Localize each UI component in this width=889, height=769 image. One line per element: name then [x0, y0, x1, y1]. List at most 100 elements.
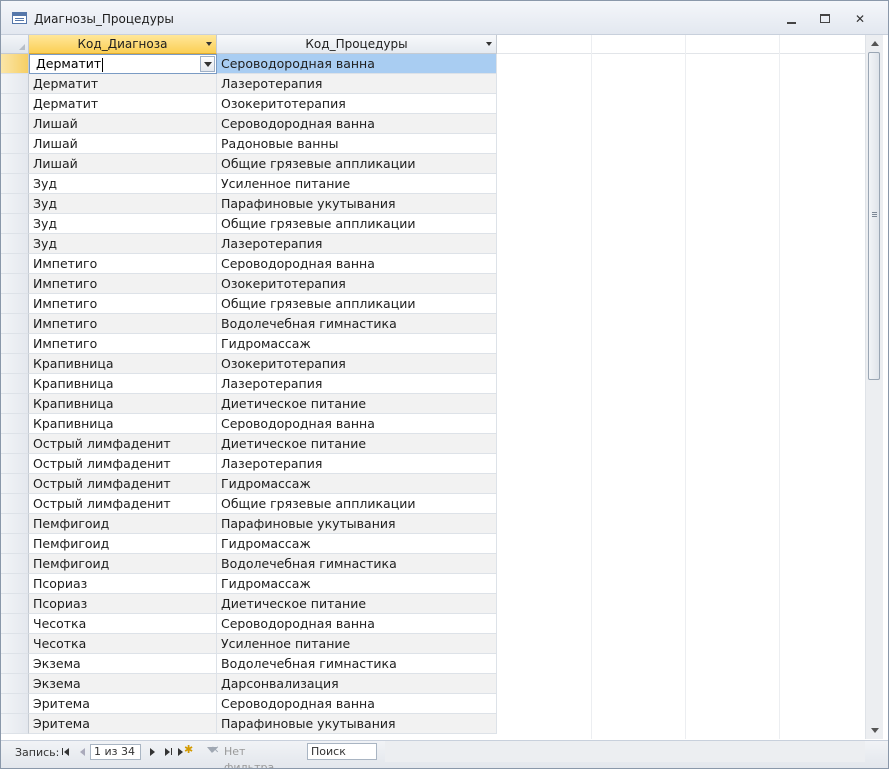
record-selector[interactable] [1, 234, 29, 254]
record-selector[interactable] [1, 54, 29, 74]
chevron-down-icon[interactable] [200, 56, 215, 72]
record-selector[interactable] [1, 74, 29, 94]
record-selector[interactable] [1, 394, 29, 414]
procedure-cell[interactable]: Озокеритотерапия [217, 274, 497, 294]
diagnosis-cell[interactable]: Острый лимфаденит [29, 494, 217, 514]
diagnosis-cell[interactable]: Экзема [29, 654, 217, 674]
record-selector[interactable] [1, 314, 29, 334]
procedure-cell[interactable]: Парафиновые укутывания [217, 514, 497, 534]
procedure-cell[interactable]: Лазеротерапия [217, 454, 497, 474]
diagnosis-cell[interactable]: Зуд [29, 194, 217, 214]
procedure-cell[interactable]: Гидромассаж [217, 474, 497, 494]
record-selector[interactable] [1, 294, 29, 314]
record-selector[interactable] [1, 214, 29, 234]
record-selector[interactable] [1, 494, 29, 514]
procedure-cell[interactable]: Диетическое питание [217, 594, 497, 614]
diagnosis-cell[interactable]: Острый лимфаденит [29, 434, 217, 454]
close-button[interactable]: ✕ [847, 9, 873, 29]
procedure-cell[interactable]: Диетическое питание [217, 394, 497, 414]
procedure-cell[interactable]: Озокеритотерапия [217, 354, 497, 374]
diagnosis-cell[interactable]: Эритема [29, 714, 217, 734]
record-selector[interactable] [1, 534, 29, 554]
record-selector[interactable] [1, 474, 29, 494]
procedure-cell[interactable]: Озокеритотерапия [217, 94, 497, 114]
column-header-procedure[interactable]: Код_Процедуры [217, 35, 497, 54]
record-selector[interactable] [1, 334, 29, 354]
diagnosis-cell[interactable]: Зуд [29, 214, 217, 234]
diagnosis-cell[interactable]: Дерматит [29, 74, 217, 94]
procedure-cell[interactable]: Парафиновые укутывания [217, 194, 497, 214]
diagnosis-cell[interactable]: Зуд [29, 174, 217, 194]
record-selector[interactable] [1, 374, 29, 394]
procedure-cell[interactable]: Парафиновые укутывания [217, 714, 497, 734]
filter-dropdown-icon[interactable] [486, 42, 492, 46]
procedure-cell[interactable]: Радоновые ванны [217, 134, 497, 154]
record-selector[interactable] [1, 674, 29, 694]
record-selector[interactable] [1, 514, 29, 534]
procedure-cell[interactable]: Водолечебная гимнастика [217, 314, 497, 334]
diagnosis-cell[interactable]: Лишай [29, 154, 217, 174]
record-selector[interactable] [1, 94, 29, 114]
record-selector[interactable] [1, 694, 29, 714]
procedure-cell[interactable]: Водолечебная гимнастика [217, 654, 497, 674]
record-selector[interactable] [1, 654, 29, 674]
procedure-cell[interactable]: Лазеротерапия [217, 374, 497, 394]
diagnosis-cell[interactable]: Пемфигоид [29, 534, 217, 554]
next-record-button[interactable] [147, 746, 159, 758]
first-record-button[interactable] [60, 746, 72, 758]
record-selector[interactable] [1, 414, 29, 434]
scroll-thumb[interactable] [868, 52, 880, 380]
diagnosis-cell[interactable]: Импетиго [29, 254, 217, 274]
procedure-cell[interactable]: Усиленное питание [217, 634, 497, 654]
procedure-cell[interactable]: Сероводородная ванна [217, 114, 497, 134]
record-selector[interactable] [1, 614, 29, 634]
procedure-cell[interactable]: Общие грязевые аппликации [217, 494, 497, 514]
record-selector[interactable] [1, 574, 29, 594]
diagnosis-cell[interactable]: Импетиго [29, 334, 217, 354]
search-input[interactable]: Поиск [307, 743, 377, 760]
maximize-button[interactable] [812, 9, 838, 29]
diagnosis-cell[interactable]: Псориаз [29, 574, 217, 594]
procedure-cell[interactable]: Диетическое питание [217, 434, 497, 454]
procedure-cell[interactable]: Гидромассаж [217, 334, 497, 354]
select-all-button[interactable] [1, 35, 29, 54]
record-selector[interactable] [1, 714, 29, 734]
title-bar[interactable]: Диагнозы_Процедуры ✕ [1, 1, 888, 35]
procedure-cell[interactable]: Сероводородная ванна [217, 414, 497, 434]
procedure-cell[interactable]: Общие грязевые аппликации [217, 154, 497, 174]
procedure-cell[interactable]: Усиленное питание [217, 174, 497, 194]
new-record-button[interactable] [178, 743, 194, 758]
diagnosis-cell[interactable]: Эритема [29, 694, 217, 714]
diagnosis-cell[interactable]: Псориаз [29, 594, 217, 614]
column-header-diagnosis[interactable]: Код_Диагноза [29, 35, 217, 54]
procedure-cell[interactable]: Гидромассаж [217, 574, 497, 594]
diagnosis-cell[interactable]: Зуд [29, 234, 217, 254]
record-selector[interactable] [1, 594, 29, 614]
record-selector[interactable] [1, 154, 29, 174]
diagnosis-cell[interactable]: Импетиго [29, 274, 217, 294]
diagnosis-cell[interactable]: Крапивница [29, 354, 217, 374]
diagnosis-cell[interactable]: Крапивница [29, 374, 217, 394]
record-selector[interactable] [1, 274, 29, 294]
procedure-cell[interactable]: Лазеротерапия [217, 234, 497, 254]
record-selector[interactable] [1, 194, 29, 214]
diagnosis-cell[interactable]: Крапивница [29, 414, 217, 434]
diagnosis-cell[interactable]: Пемфигоид [29, 514, 217, 534]
procedure-cell[interactable]: Дарсонвализация [217, 674, 497, 694]
procedure-cell[interactable]: Общие грязевые аппликации [217, 214, 497, 234]
diagnosis-cell[interactable]: Лишай [29, 114, 217, 134]
procedure-cell[interactable]: Сероводородная ванна [217, 54, 497, 74]
diagnosis-cell[interactable]: Экзема [29, 674, 217, 694]
scroll-up-icon[interactable] [866, 35, 883, 52]
vertical-scrollbar[interactable] [865, 35, 883, 739]
procedure-cell[interactable]: Гидромассаж [217, 534, 497, 554]
record-selector[interactable] [1, 634, 29, 654]
diagnosis-cell[interactable]: Дерматит [29, 94, 217, 114]
procedure-cell[interactable]: Сероводородная ванна [217, 614, 497, 634]
record-selector[interactable] [1, 554, 29, 574]
procedure-cell[interactable]: Водолечебная гимнастика [217, 554, 497, 574]
record-selector[interactable] [1, 174, 29, 194]
diagnosis-cell[interactable]: Острый лимфаденит [29, 474, 217, 494]
record-selector[interactable] [1, 134, 29, 154]
record-selector[interactable] [1, 434, 29, 454]
